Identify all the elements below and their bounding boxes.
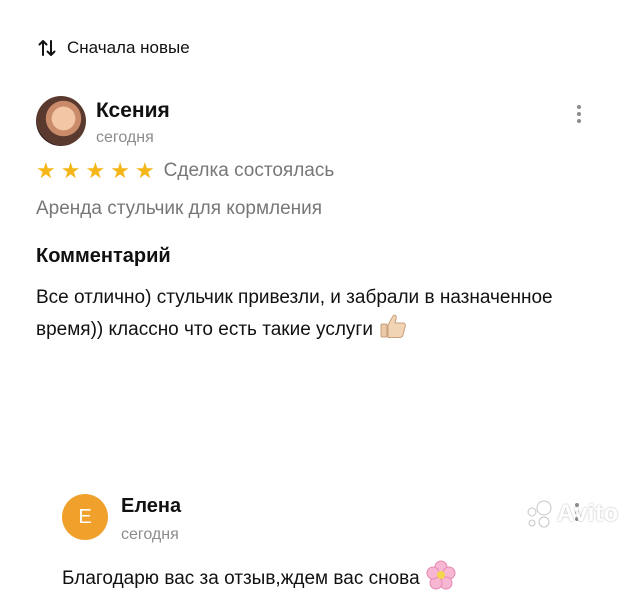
avatar[interactable] xyxy=(36,96,86,146)
sort-label: Сначала новые xyxy=(67,38,190,57)
review-author[interactable]: Ксения xyxy=(96,99,170,123)
more-options-icon[interactable] xyxy=(569,100,589,128)
review-date: сегодня xyxy=(96,129,154,146)
reply-text: Благодарю вас за отзыв,ждем вас снова xyxy=(62,560,456,596)
avito-watermark: Avito xyxy=(524,500,619,528)
watermark-text: Avito xyxy=(557,500,619,527)
thumbs-up-icon xyxy=(379,313,407,349)
star-icon: ★ xyxy=(110,158,130,183)
reply-author[interactable]: Елена xyxy=(121,495,181,518)
avito-logo-icon xyxy=(527,500,552,528)
star-icon: ★ xyxy=(60,158,81,183)
star-icon: ★ xyxy=(85,158,106,183)
flower-icon xyxy=(426,560,456,596)
star-icon: ★ xyxy=(36,158,56,183)
reply-body: Благодарю вас за отзыв,ждем вас снова xyxy=(62,568,420,589)
reply-avatar[interactable]: Е xyxy=(62,494,108,540)
comment-text: Все отлично) стульчик привезли, и забрал… xyxy=(36,282,581,349)
comment-heading: Комментарий xyxy=(36,245,171,267)
reply-date: сегодня xyxy=(121,526,179,543)
rating-row: ★ ★ ★ ★ ★ Сделка состоялась xyxy=(36,160,334,182)
star-icon: ★ xyxy=(134,158,155,183)
comment-body: Все отлично) стульчик привезли, и забрал… xyxy=(36,287,553,340)
item-title[interactable]: Аренда стульчик для кормления xyxy=(36,198,322,220)
sort-button[interactable]: Сначала новые xyxy=(38,36,190,60)
sort-arrows-icon xyxy=(38,38,56,58)
deal-status: Сделка состоялась xyxy=(163,160,335,181)
